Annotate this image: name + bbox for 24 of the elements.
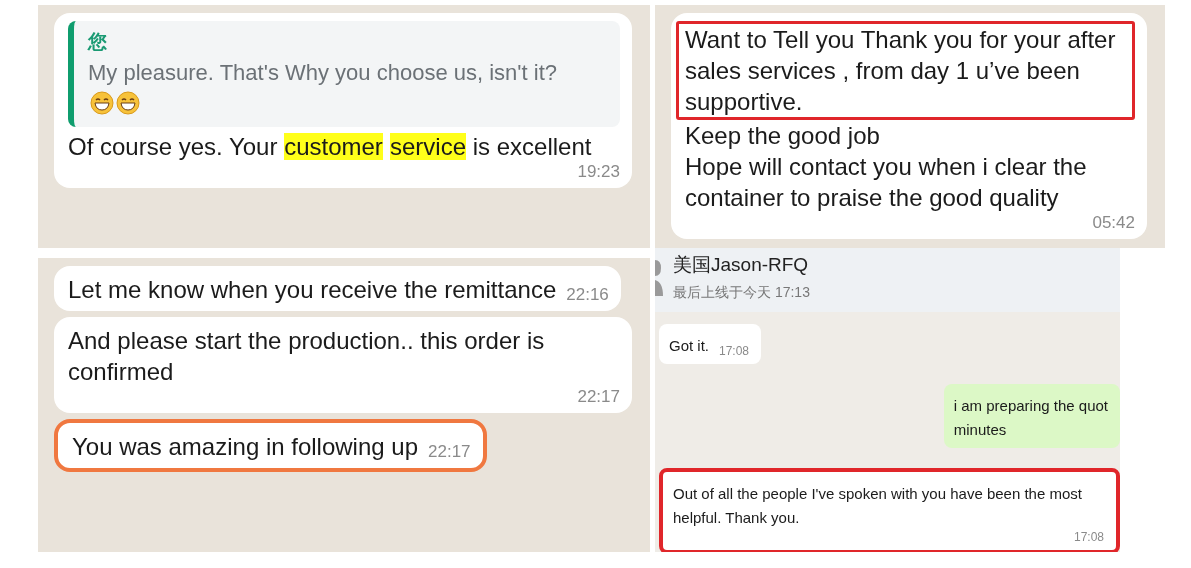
grin-emoji-icon <box>116 91 140 115</box>
message-text: minutes <box>953 420 1008 440</box>
message-time: 19:23 <box>577 162 620 182</box>
message-text: i am preparing the quot <box>953 396 1108 416</box>
message-text: You was amazing in following up <box>72 432 418 462</box>
last-seen-status: 最后上线于今天 17:13 <box>673 284 810 302</box>
message-text: Want to Tell you Thank you for your after sales services , from day 1 u’ve been supportive. <box>676 21 1135 120</box>
message-text: Of course yes. Your customer service is excellent <box>68 132 593 162</box>
message-text: Keep the good job <box>685 121 881 151</box>
message-time: 05:42 <box>1092 213 1135 233</box>
message-time: 17:08 <box>719 344 750 358</box>
message-time: 17:08 <box>1073 530 1104 544</box>
grin-emoji-icon <box>90 91 114 115</box>
message-time: 22:16 <box>566 285 609 305</box>
message-text: Let me know when you receive the remittance <box>68 275 557 305</box>
message-time: 22:17 <box>577 387 620 407</box>
message-text: And please start the production.. this order is confirmed <box>68 326 546 387</box>
message-text: Hope will contact you when i clear the container to praise the good quality <box>685 152 1088 213</box>
message-time: 22:17 <box>428 442 471 462</box>
message-text: Out of all the people I've spoken with you have been the most helpful. Thank you. <box>673 484 1083 528</box>
quote-text: My pleasure. That's Why you choose us, isn't it? <box>88 57 606 119</box>
quote-author: 您 <box>88 30 108 54</box>
message-text: Got it. <box>669 336 709 356</box>
contact-name: 美国Jason-RFQ <box>673 253 810 277</box>
